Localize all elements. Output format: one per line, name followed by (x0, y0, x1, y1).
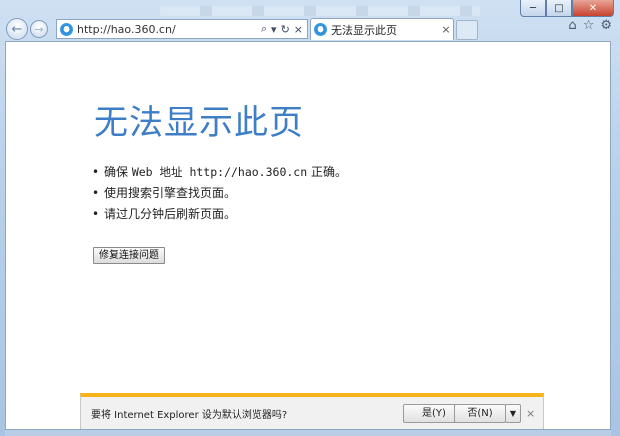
tab-active[interactable]: e 无法显示此页 × (310, 18, 454, 40)
back-arrow-icon: ← (11, 21, 23, 37)
no-options-dropdown[interactable]: ▼ (505, 404, 521, 423)
refresh-icon[interactable]: ↻ (281, 23, 290, 36)
address-url[interactable]: http://hao.360.cn/ (77, 23, 261, 36)
maximize-button[interactable]: □ (546, 0, 572, 17)
forward-button[interactable]: → (30, 20, 48, 38)
ie-logo-icon: e (60, 22, 73, 36)
address-tools: ⌕ ▾ ↻ × (261, 22, 307, 36)
default-browser-notification: 要将 Internet Explorer 设为默认浏览器吗? 是(Y) 否(N)… (80, 393, 544, 429)
list-item: • 请过几分钟后刷新页面。 (92, 207, 237, 221)
list-item-prefix: 确保 (104, 165, 132, 179)
home-icon[interactable]: ⌂ (568, 18, 576, 33)
browser-window: ─ □ ✕ ← → e http://hao.360.cn/ ⌕ ▾ ↻ × e… (0, 0, 620, 436)
title-bar-background (160, 6, 480, 16)
list-item: • 确保 Web 地址 http://hao.360.cn 正确。 (92, 165, 347, 179)
forward-arrow-icon: → (34, 22, 44, 36)
no-button[interactable]: 否(N) (454, 404, 506, 423)
fix-connection-button[interactable]: 修复连接问题 (93, 247, 165, 264)
tab-close-icon[interactable]: × (439, 23, 453, 36)
minimize-button[interactable]: ─ (520, 0, 546, 17)
page-title: 无法显示此页 (94, 103, 304, 143)
navigation-buttons: ← → (6, 17, 48, 41)
new-tab-button[interactable] (456, 20, 478, 40)
tab-ie-icon: e (314, 23, 327, 36)
close-icon[interactable]: × (294, 23, 303, 36)
tab-title: 无法显示此页 (331, 23, 397, 37)
notification-message: 要将 Internet Explorer 设为默认浏览器吗? (91, 410, 288, 421)
favorites-star-icon[interactable]: ☆ (583, 18, 595, 33)
page-viewport: 无法显示此页 • 确保 Web 地址 http://hao.360.cn 正确。 … (5, 41, 611, 430)
dropdown-arrow-icon: ▼ (509, 409, 517, 418)
list-item-text: 请过几分钟后刷新页面。 (104, 207, 237, 221)
list-item-text: 使用搜索引擎查找页面。 (104, 186, 237, 200)
search-icon[interactable]: ⌕ (261, 22, 267, 36)
list-item-url: Web 地址 http://hao.360.cn (131, 165, 308, 179)
status-bar (5, 430, 611, 436)
list-item-suffix: 正确。 (307, 165, 347, 179)
dismiss-icon[interactable]: × (526, 407, 535, 420)
suggestion-list: • 确保 Web 地址 http://hao.360.cn 正确。 • 使用搜索引擎… (92, 162, 347, 225)
chevron-down-icon[interactable]: ▾ (271, 23, 277, 36)
window-caption-buttons: ─ □ ✕ (520, 0, 614, 17)
close-window-button[interactable]: ✕ (572, 0, 614, 17)
command-icons: ⌂ ☆ ⚙ (568, 18, 612, 33)
back-button[interactable]: ← (6, 18, 28, 40)
address-bar[interactable]: e http://hao.360.cn/ ⌕ ▾ ↻ × (56, 19, 308, 39)
settings-gear-icon[interactable]: ⚙ (600, 18, 612, 33)
list-item: • 使用搜索引擎查找页面。 (92, 186, 237, 200)
